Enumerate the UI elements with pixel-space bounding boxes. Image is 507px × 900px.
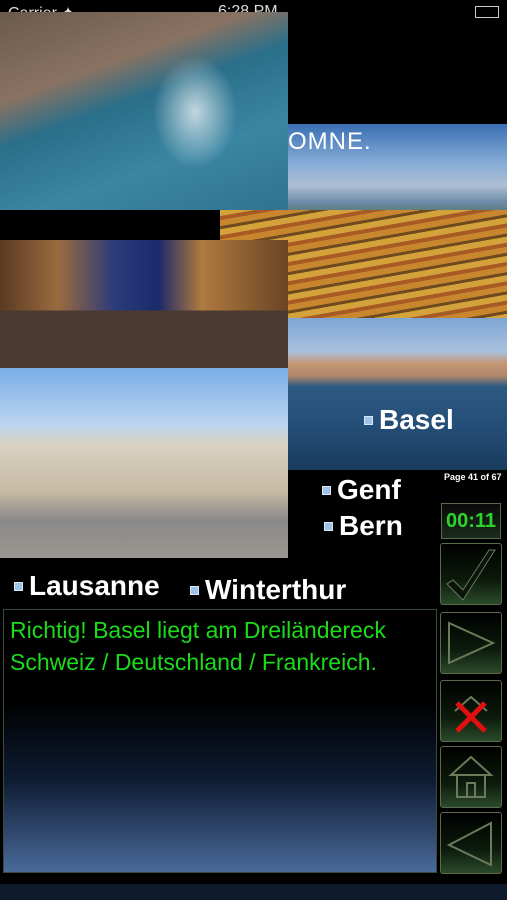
photo-bern-old-town (0, 240, 288, 368)
page-indicator: Page 41 of 67 (444, 472, 502, 482)
exit-button[interactable] (440, 680, 502, 742)
battery-icon (475, 6, 499, 18)
home-icon (448, 755, 494, 798)
photo-basel-rhine (288, 318, 507, 470)
feedback-message: Richtig! Basel liegt am Dreiländereck Sc… (10, 617, 386, 675)
home-button[interactable] (440, 746, 502, 808)
option-label: Lausanne (29, 570, 160, 601)
checkmark-icon (446, 549, 496, 601)
option-bern[interactable]: Bern (324, 510, 403, 542)
bullet-icon (324, 521, 333, 531)
back-button[interactable] (440, 812, 502, 874)
message-panel: Richtig! Basel liegt am Dreiländereck Sc… (3, 609, 437, 873)
next-button[interactable] (440, 612, 502, 674)
bullet-icon (190, 585, 199, 595)
option-label: Basel (379, 404, 454, 435)
photo-winterthur-station (0, 368, 288, 558)
bullet-icon (364, 415, 373, 425)
check-answer-button[interactable] (440, 543, 502, 605)
bullet-icon (322, 485, 331, 495)
option-winterthur[interactable]: Winterthur (190, 574, 346, 606)
exit-x-icon (454, 695, 488, 733)
option-genf[interactable]: Genf (322, 474, 401, 506)
timer-display: 00:11 (441, 503, 501, 539)
bottom-bar (0, 884, 507, 900)
photo-caption: OMNE. (288, 128, 372, 155)
option-label: Winterthur (205, 574, 347, 605)
back-triangle-icon (446, 821, 492, 867)
bullet-icon (14, 581, 23, 591)
photo-geneva-lake (0, 12, 288, 210)
play-next-icon (448, 621, 496, 665)
option-lausanne[interactable]: Lausanne (14, 570, 160, 602)
option-label: Bern (339, 510, 403, 541)
option-label: Genf (337, 474, 401, 505)
option-basel[interactable]: Basel (364, 404, 454, 436)
